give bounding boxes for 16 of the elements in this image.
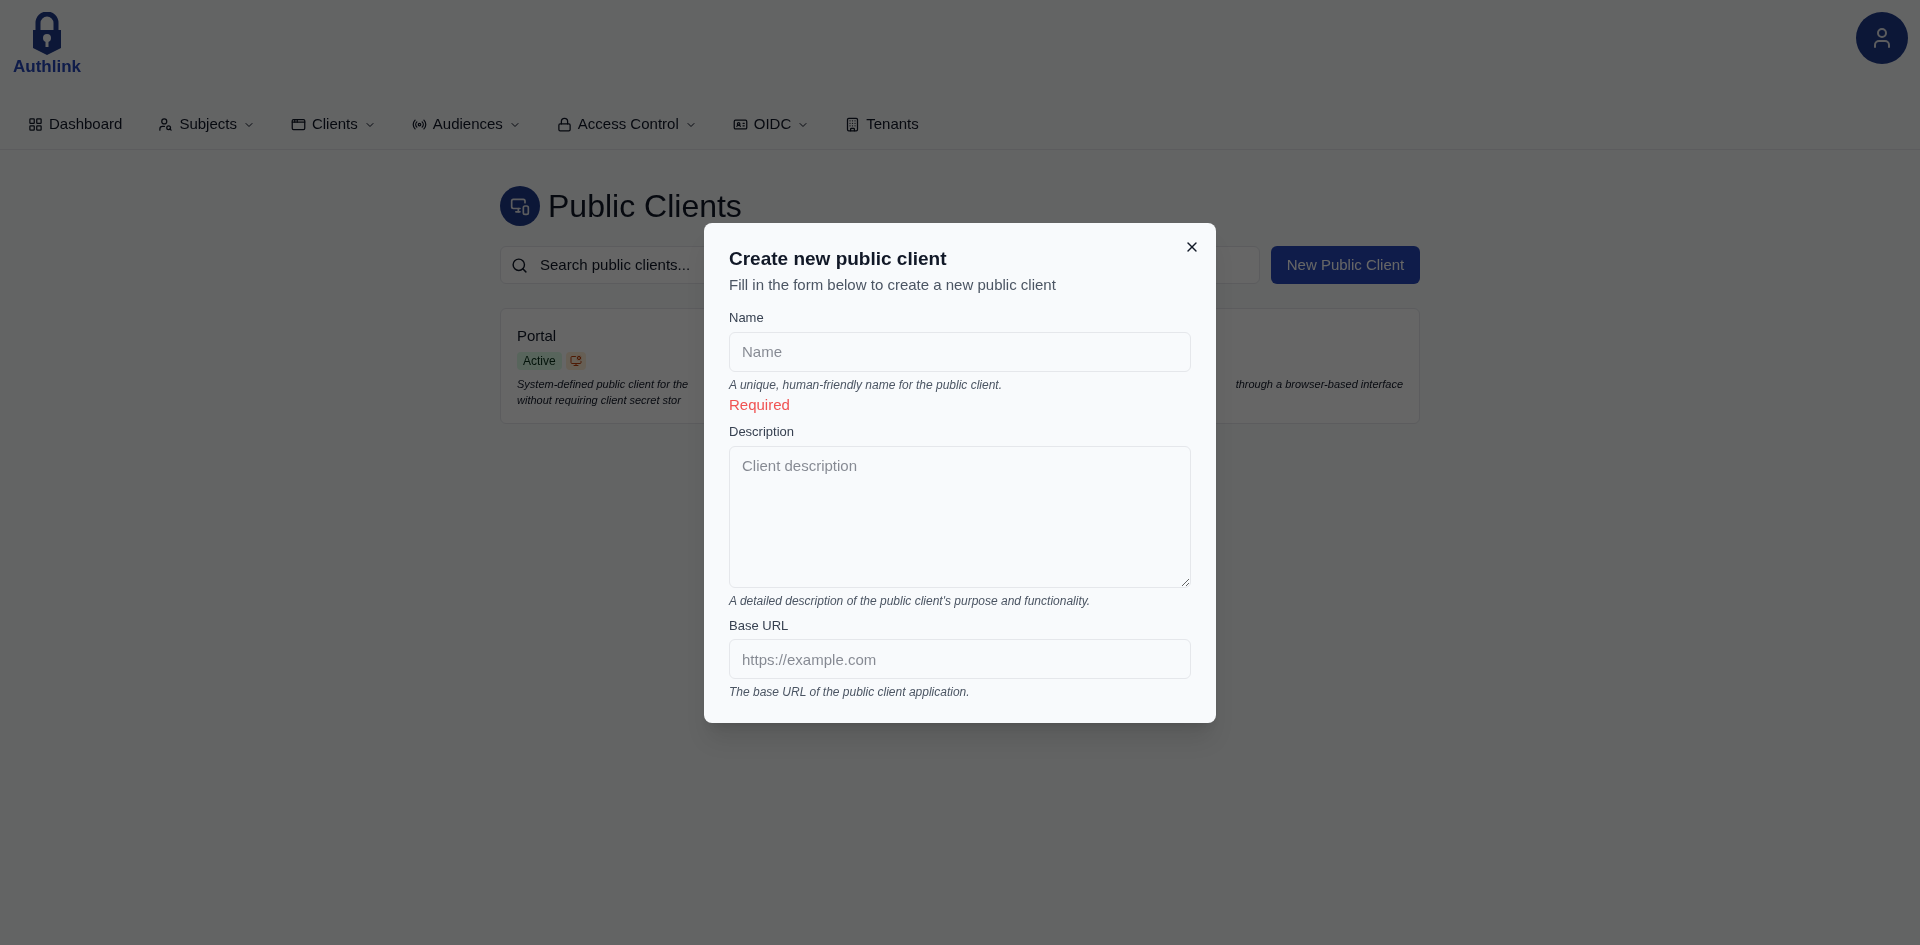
field-error: Required: [729, 394, 791, 415]
client-description: without requiring client secret stor: [517, 393, 682, 408]
field-label: Description: [729, 423, 796, 441]
client-description: System-defined public client for the: [517, 376, 689, 392]
status-badge: Active: [517, 351, 562, 370]
client-description: through a browser-based interface: [1235, 376, 1403, 392]
field-label: Base URL: [729, 616, 790, 635]
dialog-title: Create new public client: [729, 247, 948, 271]
page-title: Public Clients: [548, 187, 742, 226]
field-label: Name: [729, 309, 765, 327]
field-help: The base URL of the public client application.: [729, 684, 971, 701]
field-help: A detailed description of the public client's purpose and functionality.: [729, 592, 1092, 610]
field-help: A unique, human-friendly name for the public client.: [729, 376, 1004, 394]
dialog-subtitle: Fill in the form below to create a new public client: [729, 274, 1057, 295]
client-name: Portal: [517, 326, 558, 346]
brand-name: Authlink: [13, 56, 81, 78]
